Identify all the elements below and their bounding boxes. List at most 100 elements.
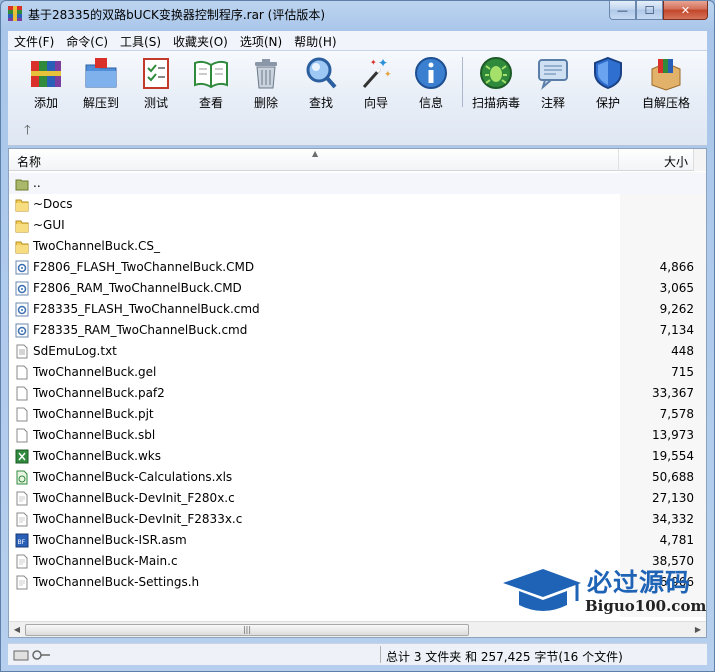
column-header: 名称 ▲ 大小: [9, 149, 706, 171]
header-scroll-spacer: [693, 149, 706, 171]
test-button[interactable]: 测试: [126, 55, 186, 111]
maximize-button[interactable]: ☐: [636, 1, 663, 20]
cmd-file-icon: [15, 302, 29, 317]
file-size: 7,578: [659, 407, 694, 421]
add-label: 添加: [33, 96, 58, 110]
menu-help[interactable]: 帮助(H): [288, 31, 342, 50]
folder-icon: [15, 176, 29, 191]
file-row[interactable]: TwoChannelBuck.sbl 13,973: [9, 425, 706, 446]
open-book-icon: [194, 60, 228, 89]
sort-ascending-icon: ▲: [312, 149, 319, 158]
view-label: 查看: [198, 96, 223, 110]
file-row[interactable]: TwoChannelBuck-Calculations.xls 50,688: [9, 467, 706, 488]
protect-button[interactable]: 保护: [578, 55, 638, 111]
txt-file-icon: [15, 344, 29, 359]
add-button[interactable]: 添加: [16, 55, 76, 111]
menu-options[interactable]: 选项(N): [234, 31, 288, 50]
file-size: 33,367: [652, 386, 694, 400]
menu-commands[interactable]: 命令(C): [60, 31, 114, 50]
extract-to-button[interactable]: 解压到: [71, 55, 131, 111]
file-row[interactable]: TwoChannelBuck-DevInit_F2833x.c 34,332: [9, 509, 706, 530]
window-controls: — ☐ ✕: [609, 1, 708, 20]
sfx-box-icon: [651, 59, 681, 91]
status-bar: 总计 3 文件夹 和 257,425 字节(16 个文件): [8, 643, 707, 665]
file-row[interactable]: BF TwoChannelBuck-ISR.asm 4,781: [9, 530, 706, 551]
scroll-left-icon[interactable]: ◀: [10, 623, 24, 637]
title-bar[interactable]: 基于28335的双路bUCK变换器控制程序.rar (评估版本) — ☐ ✕: [1, 1, 714, 29]
file-name: SdEmuLog.txt: [33, 344, 117, 358]
scan-virus-label: 扫描病毒: [471, 96, 520, 110]
find-button[interactable]: 查找: [291, 55, 351, 111]
close-button[interactable]: ✕: [663, 1, 708, 20]
info-label: 信息: [418, 96, 443, 110]
menu-tools[interactable]: 工具(S): [114, 31, 167, 50]
folder-row[interactable]: ~Docs: [9, 194, 706, 215]
menu-file[interactable]: 文件(F): [8, 31, 60, 50]
scan-virus-button[interactable]: 扫描病毒: [466, 55, 526, 111]
minimize-button[interactable]: —: [609, 1, 636, 20]
file-name: TwoChannelBuck-Settings.h: [33, 575, 200, 589]
file-name: F2806_FLASH_TwoChannelBuck.CMD: [33, 260, 255, 274]
file-name: ..: [33, 176, 41, 190]
file-row[interactable]: F28335_RAM_TwoChannelBuck.cmd 7,134: [9, 320, 706, 341]
file-size: 448: [671, 344, 694, 358]
sfx-button[interactable]: 自解压格: [636, 55, 696, 111]
c-file-icon: [15, 575, 29, 590]
comment-label: 注释: [540, 96, 565, 110]
c-file-icon: [15, 554, 29, 569]
folder-extract-icon: [85, 58, 117, 88]
window-title: 基于28335的双路bUCK变换器控制程序.rar (评估版本): [28, 8, 326, 22]
file-size: 13,973: [652, 428, 694, 442]
horizontal-scrollbar[interactable]: ◀ ||| ▶: [9, 621, 706, 637]
info-button[interactable]: 信息: [401, 55, 461, 111]
cmd-file-icon: [15, 281, 29, 296]
extract-to-label: 解压到: [82, 96, 119, 110]
folder-icon: [15, 197, 29, 212]
size-column-header[interactable]: 大小: [620, 149, 692, 171]
toolbar: 添加 解压到 测试 查看 删除 查找 ✦ ✦ ✦ 向导 信息 扫描病毒 注释 保…: [8, 51, 707, 146]
scroll-right-icon[interactable]: ▶: [691, 623, 705, 637]
file-row[interactable]: TwoChannelBuck.pjt 7,578: [9, 404, 706, 425]
xls-file-icon: [15, 470, 29, 485]
comment-button[interactable]: 注释: [523, 55, 583, 111]
file-file-icon: [15, 365, 29, 380]
comment-icon: [538, 59, 568, 90]
scroll-thumb[interactable]: |||: [25, 624, 469, 636]
folder-row[interactable]: ~GUI: [9, 215, 706, 236]
file-name: F28335_RAM_TwoChannelBuck.cmd: [33, 323, 248, 337]
file-row[interactable]: TwoChannelBuck.paf2 33,367: [9, 383, 706, 404]
file-name: TwoChannelBuck-DevInit_F280x.c: [33, 491, 235, 505]
file-size: 7,134: [659, 323, 694, 337]
menu-bar: 文件(F) 命令(C) 工具(S) 收藏夹(O) 选项(N) 帮助(H): [8, 31, 707, 51]
file-row[interactable]: F2806_RAM_TwoChannelBuck.CMD 3,065: [9, 278, 706, 299]
file-name: F2806_RAM_TwoChannelBuck.CMD: [33, 281, 242, 295]
file-row[interactable]: TwoChannelBuck.gel 715: [9, 362, 706, 383]
status-divider: [380, 646, 381, 663]
parent-folder-row[interactable]: ..: [9, 173, 706, 194]
delete-button[interactable]: 删除: [236, 55, 296, 111]
watermark: 必过源码 Biguo100.com: [499, 561, 706, 621]
file-row[interactable]: TwoChannelBuck-DevInit_F280x.c 27,130: [9, 488, 706, 509]
bug-scan-icon: [480, 57, 512, 89]
file-name: TwoChannelBuck.paf2: [33, 386, 165, 400]
file-row[interactable]: SdEmuLog.txt 448: [9, 341, 706, 362]
view-button[interactable]: 查看: [181, 55, 241, 111]
up-one-level-icon[interactable]: 🡑: [24, 121, 31, 143]
file-size: 4,866: [659, 260, 694, 274]
menu-favorites[interactable]: 收藏夹(O): [167, 31, 234, 50]
protect-label: 保护: [595, 96, 620, 110]
books-stack-icon: [31, 61, 61, 87]
find-label: 查找: [308, 96, 333, 110]
c-file-icon: [15, 512, 29, 527]
delete-label: 删除: [253, 96, 278, 110]
toolbar-separator: [462, 57, 463, 107]
file-name: TwoChannelBuck.CS_: [33, 239, 160, 253]
watermark-brand: 必过源码: [587, 568, 692, 597]
folder-row[interactable]: TwoChannelBuck.CS_: [9, 236, 706, 257]
wizard-button[interactable]: ✦ ✦ ✦ 向导: [346, 55, 406, 111]
file-name: TwoChannelBuck.wks: [33, 449, 161, 463]
file-row[interactable]: TwoChannelBuck.wks 19,554: [9, 446, 706, 467]
file-row[interactable]: F28335_FLASH_TwoChannelBuck.cmd 9,262: [9, 299, 706, 320]
c-file-icon: [15, 491, 29, 506]
file-row[interactable]: F2806_FLASH_TwoChannelBuck.CMD 4,866: [9, 257, 706, 278]
